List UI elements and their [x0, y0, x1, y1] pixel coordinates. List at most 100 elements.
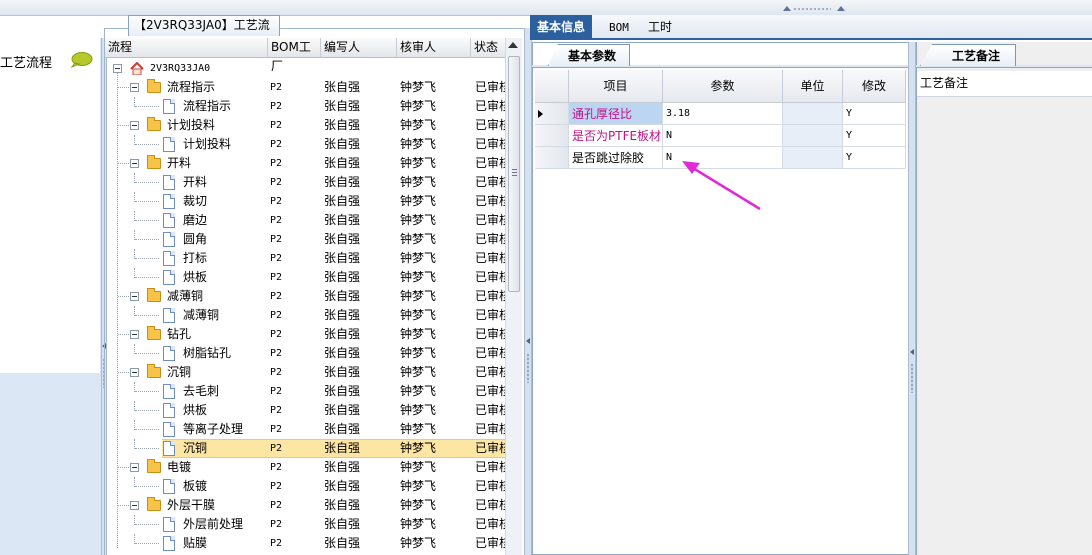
tree-node-label: 烘板 — [183, 403, 208, 417]
reviewer-cell: 钟梦飞 — [400, 175, 437, 189]
column-header-item[interactable]: 项目 — [569, 70, 663, 103]
collapse-node-icon[interactable] — [130, 83, 139, 92]
folder-icon — [147, 326, 161, 340]
right-splitter[interactable] — [908, 42, 916, 555]
collapse-arrow-icon[interactable] — [783, 6, 791, 11]
tree-step-row[interactable]: 等离子处理 P2 张自强 钟梦飞 已审核 — [105, 420, 505, 439]
collapse-left-icon[interactable] — [910, 349, 914, 355]
current-row-arrow-icon — [538, 110, 543, 118]
scroll-thumb[interactable] — [508, 56, 520, 292]
tree-group-row[interactable]: 钻孔 P2 张自强 钟梦飞 已审核 — [105, 325, 505, 344]
bom-factory-cell: P2 — [270, 82, 283, 93]
writer-cell: 张自强 — [324, 460, 361, 474]
param-row[interactable]: 通孔厚径比 3.18 Y — [535, 103, 906, 125]
bom-factory-cell: P2 — [270, 101, 283, 112]
column-header-modify[interactable]: 修改 — [843, 70, 906, 103]
tree-group-row[interactable]: 流程指示 P2 张自强 钟梦飞 已审核 — [105, 78, 505, 97]
middle-splitter[interactable] — [524, 28, 532, 555]
tree-group-row[interactable]: 外层干膜 P2 张自强 钟梦飞 已审核 — [105, 496, 505, 515]
process-tree-grid[interactable]: 2V3RQ33JA0 流程指示P2张自强钟梦飞已审核流程指示P2张自强钟梦飞已审… — [105, 59, 505, 555]
param-item-cell[interactable]: 通孔厚径比 — [569, 103, 663, 125]
collapse-node-icon[interactable] — [130, 121, 139, 130]
scroll-up-arrow-icon[interactable] — [508, 42, 518, 48]
tree-step-row[interactable]: 圆角 P2 张自强 钟梦飞 已审核 — [105, 230, 505, 249]
column-header-flow[interactable]: 流程 — [105, 38, 268, 58]
tree-group-row[interactable]: 开料 P2 张自强 钟梦飞 已审核 — [105, 154, 505, 173]
param-modify-cell[interactable]: Y — [843, 103, 906, 125]
tree-step-row[interactable]: 开料 P2 张自强 钟梦飞 已审核 — [105, 173, 505, 192]
status-cell: 已审核 — [475, 99, 505, 113]
param-unit-cell[interactable] — [783, 103, 843, 125]
tab-basic-params[interactable]: 基本参数 — [548, 44, 630, 66]
bom-factory-cell: P2 — [270, 424, 283, 435]
tree-vertical-scrollbar[interactable] — [505, 38, 522, 555]
top-splitter-grip[interactable] — [783, 6, 845, 12]
param-unit-cell[interactable] — [783, 125, 843, 147]
tree-step-row[interactable]: 流程指示 P2 张自强 钟梦飞 已审核 — [105, 97, 505, 116]
collapse-node-icon[interactable] — [130, 330, 139, 339]
tree-step-row[interactable]: 树脂钻孔 P2 张自强 钟梦飞 已审核 — [105, 344, 505, 363]
collapse-node-icon[interactable] — [130, 463, 139, 472]
tree-step-row[interactable]: 裁切 P2 张自强 钟梦飞 已审核 — [105, 192, 505, 211]
param-item-cell[interactable]: 是否跳过除胶 — [569, 147, 663, 169]
collapse-node-icon[interactable] — [113, 64, 122, 73]
param-row[interactable]: 是否为PTFE板材 N Y — [535, 125, 906, 147]
tree-group-row[interactable]: 沉铜 P2 张自强 钟梦飞 已审核 — [105, 363, 505, 382]
tab-basic-info[interactable]: 基本信息 — [530, 15, 593, 40]
tree-step-row[interactable]: 去毛刺 P2 张自强 钟梦飞 已审核 — [105, 382, 505, 401]
collapse-arrow-icon[interactable] — [837, 6, 845, 11]
tree-node-label: 减薄铜 — [183, 308, 220, 322]
document-icon — [163, 213, 175, 228]
writer-cell: 张自强 — [324, 422, 361, 436]
column-header-bom-factory[interactable]: BOM工厂 — [268, 38, 321, 73]
collapse-node-icon[interactable] — [130, 292, 139, 301]
tree-node-label: 树脂钻孔 — [183, 346, 232, 360]
tree-step-row[interactable]: 打标 P2 张自强 钟梦飞 已审核 — [105, 249, 505, 268]
tree-group-row[interactable]: 计划投料 P2 张自强 钟梦飞 已审核 — [105, 116, 505, 135]
param-value-cell[interactable]: N — [663, 125, 783, 147]
status-cell: 已审核 — [475, 308, 505, 322]
row-selector[interactable] — [535, 103, 569, 125]
tree-step-row[interactable]: 烘板 P2 张自强 钟梦飞 已审核 — [105, 268, 505, 287]
tree-node-label: 烘板 — [183, 270, 208, 284]
nav-item-process-flow[interactable]: 工艺流程 — [0, 44, 100, 74]
status-cell: 已审核 — [475, 213, 505, 227]
collapse-left-icon[interactable] — [526, 338, 530, 344]
tab-process-notes[interactable]: 工艺备注 — [920, 44, 1016, 66]
tab-bom[interactable]: BOM — [602, 15, 636, 40]
column-header-unit[interactable]: 单位 — [783, 70, 843, 103]
collapse-node-icon[interactable] — [130, 159, 139, 168]
bom-factory-cell: P2 — [270, 291, 283, 302]
tab-work-hours[interactable]: 工时 — [641, 15, 679, 40]
param-unit-cell[interactable] — [783, 147, 843, 169]
tree-step-row[interactable]: 板镀 P2 张自强 钟梦飞 已审核 — [105, 477, 505, 496]
reviewer-cell: 钟梦飞 — [400, 346, 437, 360]
status-cell: 已审核 — [475, 80, 505, 94]
collapse-node-icon[interactable] — [130, 368, 139, 377]
tree-step-row[interactable]: 烘板 P2 张自强 钟梦飞 已审核 — [105, 401, 505, 420]
param-item-cell[interactable]: 是否为PTFE板材 — [569, 125, 663, 147]
tree-step-row[interactable]: 计划投料 P2 张自强 钟梦飞 已审核 — [105, 135, 505, 154]
column-header-status[interactable]: 状态 — [471, 38, 505, 58]
reviewer-cell: 钟梦飞 — [400, 137, 437, 151]
tree-step-row[interactable]: 外层前处理 P2 张自强 钟梦飞 已审核 — [105, 515, 505, 534]
row-selector[interactable] — [535, 125, 569, 147]
column-header-param[interactable]: 参数 — [663, 70, 783, 103]
param-value-cell[interactable]: 3.18 — [663, 103, 783, 125]
tree-step-row[interactable]: 贴膜 P2 张自强 钟梦飞 已审核 — [105, 534, 505, 553]
process-flow-tab[interactable]: 【2V3RQ33JA0】工艺流程 — [128, 15, 280, 51]
column-header-writer[interactable]: 编写人 — [321, 38, 397, 58]
tree-step-row[interactable]: 沉铜 P2 张自强 钟梦飞 已审核 — [105, 439, 505, 458]
tree-root-row[interactable]: 2V3RQ33JA0 — [105, 59, 505, 78]
param-modify-cell[interactable]: Y — [843, 125, 906, 147]
collapse-node-icon[interactable] — [130, 501, 139, 510]
tree-group-row[interactable]: 减薄铜 P2 张自强 钟梦飞 已审核 — [105, 287, 505, 306]
tree-step-row[interactable]: 减薄铜 P2 张自强 钟梦飞 已审核 — [105, 306, 505, 325]
column-header-reviewer[interactable]: 核审人 — [397, 38, 471, 58]
tree-step-row[interactable]: 磨边 P2 张自强 钟梦飞 已审核 — [105, 211, 505, 230]
home-icon — [130, 62, 144, 75]
param-modify-cell[interactable]: Y — [843, 147, 906, 169]
bom-factory-cell: P2 — [270, 177, 283, 188]
tree-group-row[interactable]: 电镀 P2 张自强 钟梦飞 已审核 — [105, 458, 505, 477]
row-selector[interactable] — [535, 147, 569, 169]
